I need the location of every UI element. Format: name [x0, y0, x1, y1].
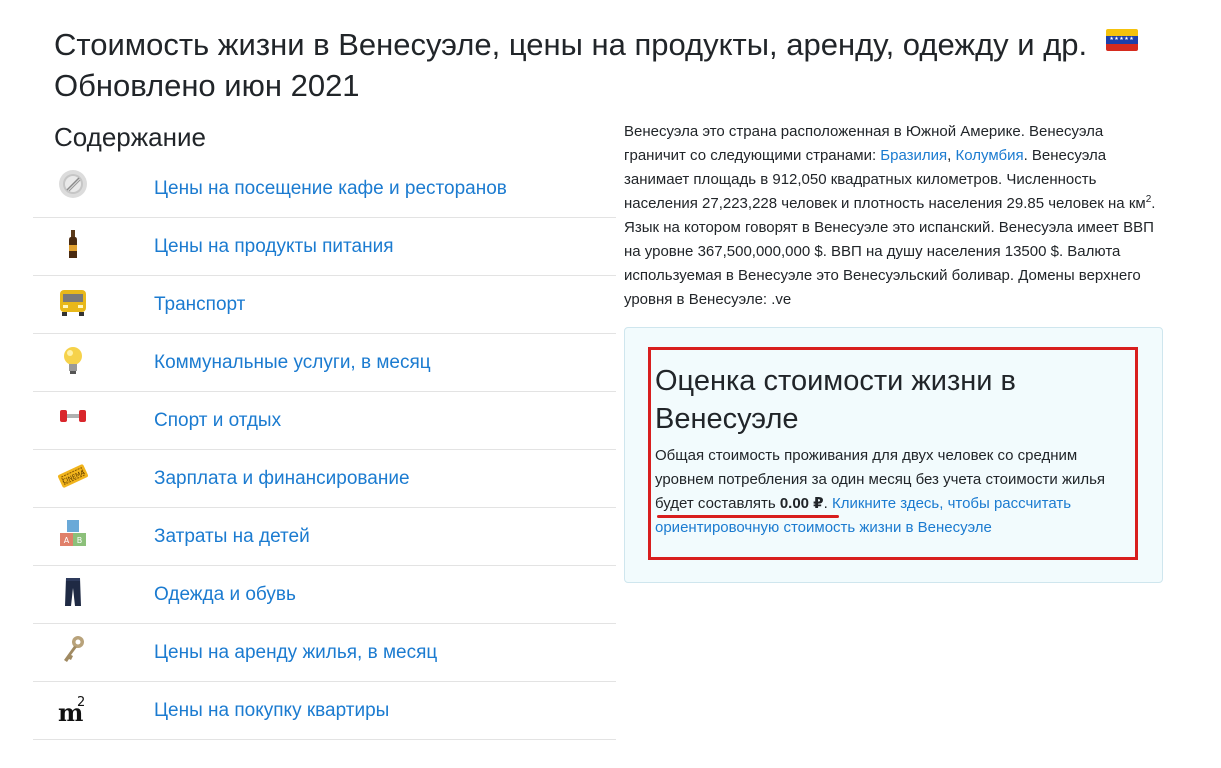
cinema-ticket-icon: CINEMA [57, 460, 89, 492]
table-of-contents: Цены на посещение кафе и ресторанов Цены… [33, 160, 616, 740]
square-meter-icon: m2 [57, 692, 89, 727]
intro-separator: , [947, 147, 956, 164]
toc-link-children[interactable]: Затраты на детей [154, 526, 310, 548]
toc-item-salary: CINEMA Зарплата и финансирование [33, 450, 616, 508]
toc-link-food[interactable]: Цены на продукты питания [154, 236, 394, 258]
toc-item-utilities: Коммунальные услуги, в месяц [33, 334, 616, 392]
plate-icon [57, 170, 89, 202]
toc-link-utilities[interactable]: Коммунальные услуги, в месяц [154, 352, 431, 374]
toc-link-sport[interactable]: Спорт и отдых [154, 410, 281, 432]
toc-link-salary[interactable]: Зарплата и финансирование [154, 468, 410, 490]
jeans-icon [57, 576, 89, 608]
toc-heading: Содержание [54, 122, 206, 152]
highlight-underline [657, 515, 839, 518]
venezuela-flag-icon: ★★★★★ [1105, 29, 1138, 51]
estimate-period: . [823, 495, 828, 512]
toc-item-food: Цены на продукты питания [33, 218, 616, 276]
toc-link-buy-apartment[interactable]: Цены на покупку квартиры [154, 700, 389, 722]
toc-item-sport: Спорт и отдых [33, 392, 616, 450]
estimate-text: Общая стоимость проживания для двух чело… [655, 444, 1135, 540]
estimate-title: Оценка стоимости жизни в Венесуэле [655, 365, 1016, 435]
link-colombia[interactable]: Колумбия [956, 147, 1024, 164]
page-title-line2: Обновлено июн 2021 [54, 68, 360, 103]
toy-blocks-icon: AB [57, 518, 89, 550]
bus-icon [57, 286, 89, 318]
light-bulb-icon [57, 344, 89, 376]
toc-link-clothing[interactable]: Одежда и обувь [154, 584, 296, 606]
toc-item-rent: Цены на аренду жилья, в месяц [33, 624, 616, 682]
key-icon [57, 634, 89, 666]
toc-link-rent[interactable]: Цены на аренду жилья, в месяц [154, 642, 437, 664]
estimate-amount: 0.00 ₽ [779, 495, 824, 512]
svg-text:A: A [64, 536, 70, 545]
toc-item-buy-apartment: m2 Цены на покупку квартиры [33, 682, 616, 740]
toc-item-children: AB Затраты на детей [33, 508, 616, 566]
toc-item-restaurants: Цены на посещение кафе и ресторанов [33, 160, 616, 218]
toc-link-transport[interactable]: Транспорт [154, 294, 245, 316]
page-title: Стоимость жизни в Венесуэле, цены на про… [54, 24, 1174, 106]
toc-item-clothing: Одежда и обувь [33, 566, 616, 624]
bottle-icon [57, 228, 89, 260]
country-intro: Венесуэла это страна расположенная в Южн… [624, 120, 1164, 312]
link-brazil[interactable]: Бразилия [880, 147, 947, 164]
svg-text:B: B [77, 536, 83, 545]
toc-item-transport: Транспорт [33, 276, 616, 334]
toc-link-restaurants[interactable]: Цены на посещение кафе и ресторанов [154, 178, 507, 200]
page-title-line1: Стоимость жизни в Венесуэле, цены на про… [54, 27, 1088, 62]
svg-text:2: 2 [77, 695, 85, 710]
dumbbell-icon [57, 402, 89, 434]
